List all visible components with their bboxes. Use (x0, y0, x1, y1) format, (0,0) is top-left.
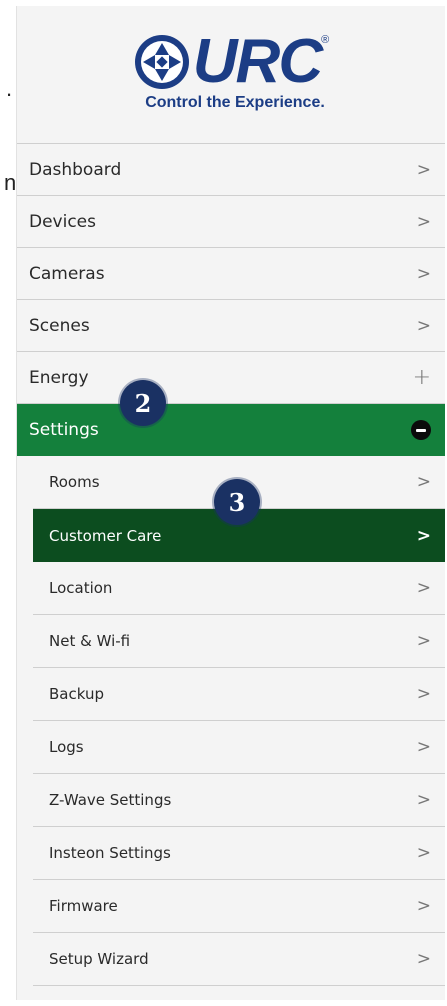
submenu-item-backup[interactable]: Backup > (33, 668, 445, 721)
nav-item-label: Dashboard (29, 159, 122, 180)
chevron-right-icon: > (416, 896, 431, 916)
urc-emblem-icon (134, 35, 189, 89)
submenu-item-label: Firmware (49, 897, 118, 915)
submenu-item-firmware[interactable]: Firmware > (33, 880, 445, 933)
chevron-right-icon: > (416, 472, 431, 492)
nav-item-label: Energy (29, 367, 89, 388)
nav-item-label: Cameras (29, 263, 105, 284)
chevron-right-icon: > (416, 684, 431, 704)
nav-item-dashboard[interactable]: Dashboard > (17, 144, 445, 196)
submenu-item-insteon-settings[interactable]: Insteon Settings > (33, 827, 445, 880)
nav-item-scenes[interactable]: Scenes > (17, 300, 445, 352)
submenu-item-zwave-settings[interactable]: Z-Wave Settings > (33, 774, 445, 827)
chevron-right-icon: > (416, 843, 431, 863)
settings-submenu: Rooms > Customer Care > Location > Net &… (33, 456, 445, 986)
nav-item-devices[interactable]: Devices > (17, 196, 445, 248)
nav-item-label: Devices (29, 211, 96, 232)
nav-item-energy[interactable]: Energy + (17, 352, 445, 404)
submenu-item-label: Setup Wizard (49, 950, 149, 968)
chevron-right-icon: > (416, 737, 431, 757)
submenu-item-net-wifi[interactable]: Net & Wi-fi > (33, 615, 445, 668)
nav-item-label: Settings (29, 420, 99, 440)
submenu-item-logs[interactable]: Logs > (33, 721, 445, 774)
submenu-item-label: Customer Care (49, 526, 162, 545)
chevron-right-icon: > (416, 949, 431, 969)
submenu-item-label: Backup (49, 685, 104, 703)
background-text-fragment: . (6, 76, 13, 101)
chevron-right-icon: > (416, 631, 431, 651)
main-nav: Dashboard > Devices > Cameras > Scenes >… (17, 143, 445, 986)
chevron-right-icon: > (416, 315, 431, 336)
nav-item-label: Scenes (29, 315, 90, 336)
minus-circle-icon[interactable] (411, 420, 431, 440)
plus-icon: + (412, 365, 431, 390)
logo[interactable]: URC ® Control the Experience. (17, 6, 445, 143)
chevron-right-icon: > (416, 211, 431, 232)
chevron-right-icon: > (416, 578, 431, 598)
submenu-item-label: Location (49, 579, 113, 597)
step-callout-badge: 2 (120, 380, 166, 426)
submenu-item-label: Rooms (49, 473, 100, 491)
chevron-right-icon: > (416, 159, 431, 180)
submenu-item-label: Logs (49, 738, 84, 756)
submenu-item-label: Net & Wi-fi (49, 632, 131, 650)
logo-tagline: Control the Experience. (145, 94, 325, 111)
nav-item-settings[interactable]: Settings (17, 404, 445, 456)
submenu-item-label: Insteon Settings (49, 844, 171, 862)
chevron-right-icon: > (416, 790, 431, 810)
step-callout-badge: 3 (214, 479, 260, 525)
background-text-fragment: n (4, 170, 17, 195)
chevron-right-icon: > (416, 263, 431, 284)
chevron-right-icon: > (416, 525, 431, 546)
registered-mark: ® (321, 34, 330, 46)
submenu-item-setup-wizard[interactable]: Setup Wizard > (33, 933, 445, 986)
logo-wordmark: URC (192, 27, 323, 96)
submenu-item-location[interactable]: Location > (33, 562, 445, 615)
submenu-item-label: Z-Wave Settings (49, 791, 172, 809)
nav-item-cameras[interactable]: Cameras > (17, 248, 445, 300)
